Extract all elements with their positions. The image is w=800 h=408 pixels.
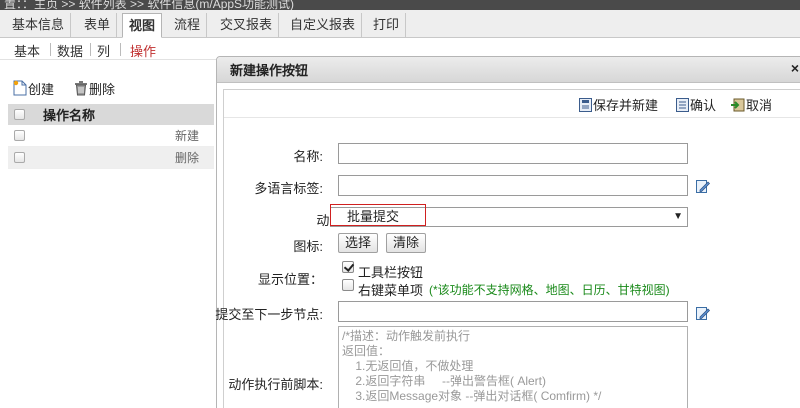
confirm-button[interactable]: 确认 (676, 95, 716, 114)
name-input[interactable] (338, 143, 688, 164)
context-menu-checkbox[interactable] (342, 279, 354, 291)
row-checkbox[interactable] (14, 130, 25, 141)
tab-cross-report[interactable]: 交叉报表 (214, 13, 280, 38)
exit-icon (731, 98, 745, 111)
display-position-label: 显示位置： (257, 272, 323, 287)
dialog-body: 保存并新建 确认 取消 名称: 多语言标签: 动作: 批量提交 ▼ 图标: 选择… (215, 89, 800, 408)
row-action-name[interactable]: 删除 (43, 149, 203, 166)
create-button[interactable]: 创建 (13, 78, 54, 98)
new-document-icon (13, 80, 27, 96)
action-list-pane: 创建 删除 操作名称 新建 删除 (0, 60, 214, 408)
breadcrumb-bar: 置：：主页 >> 软件列表 >> 软件信息(m/AppS功能测试) (0, 0, 800, 10)
subtab-divider (120, 43, 121, 56)
subtab-basic[interactable]: 基本 (14, 41, 40, 60)
row-action-name[interactable]: 新建 (43, 127, 203, 144)
cancel-button[interactable]: 取消 (730, 95, 772, 114)
pre-script-textarea[interactable]: /*描述：动作触发前执行 返回值： 1.无返回值，不做处理 2.返回字符串 --… (338, 326, 688, 408)
i18n-label: 多语言标签: (254, 181, 323, 196)
close-button[interactable]: × (791, 60, 799, 76)
grid-header: 操作名称 (8, 104, 214, 125)
select-all-checkbox[interactable] (14, 109, 25, 120)
subtab-data[interactable]: 数据 (57, 41, 83, 60)
subtab-divider (90, 43, 91, 56)
breadcrumb: 置：：主页 >> 软件列表 >> 软件信息(m/AppS功能测试) (4, 0, 295, 10)
subtab-column[interactable]: 列 (97, 41, 110, 60)
cancel-label: 取消 (746, 98, 773, 113)
pre-script-label: 动作执行前脚本: (228, 377, 323, 392)
toolbar-divider (224, 117, 800, 118)
clear-icon-button[interactable]: 清除 (386, 233, 427, 253)
tab-custom-report[interactable]: 自定义报表 (284, 13, 363, 38)
save-and-new-button[interactable]: 保存并新建 (579, 95, 658, 114)
dialog-title: 新建操作按钮 (217, 57, 800, 83)
name-label: 名称: (293, 149, 323, 164)
i18n-input[interactable] (338, 175, 688, 196)
tab-basic-info[interactable]: 基本信息 (6, 13, 72, 38)
create-label: 创建 (28, 81, 55, 97)
action-grid: 操作名称 新建 删除 (8, 104, 214, 169)
chevron-down-icon: ▼ (673, 211, 683, 222)
tab-view[interactable]: 视图 (122, 13, 163, 38)
subtab-divider (50, 43, 51, 56)
context-menu-label: 右键菜单项 (358, 283, 424, 298)
row-checkbox[interactable] (14, 152, 25, 163)
choose-icon-button[interactable]: 选择 (338, 233, 379, 253)
table-row[interactable]: 新建 (8, 125, 214, 147)
confirm-label: 确认 (690, 98, 717, 113)
delete-label: 删除 (89, 81, 116, 97)
main-tabs: 基本信息 表单 视图 流程 交叉报表 自定义报表 打印 (0, 10, 800, 38)
toolbar-button-checkbox[interactable] (342, 261, 354, 273)
toolbar-button-label: 工具栏按钮 (358, 265, 424, 280)
delete-button[interactable]: 删除 (74, 78, 115, 98)
tab-print[interactable]: 打印 (367, 13, 407, 38)
table-row[interactable]: 删除 (8, 147, 214, 169)
tab-flow[interactable]: 流程 (168, 13, 208, 38)
context-menu-note: (*该功能不支持网格、地图、日历、甘特视图) (429, 283, 670, 297)
column-header-action-name: 操作名称 (43, 108, 96, 123)
subtab-action[interactable]: 操作 (130, 41, 156, 60)
document-icon (676, 97, 689, 112)
new-action-dialog: 新建操作按钮 × 保存并新建 确认 取消 名称: 多语言标签: 动作: 批量提交 (215, 56, 800, 408)
save-and-new-label: 保存并新建 (593, 98, 659, 113)
save-icon (579, 97, 592, 112)
edit-i18n-icon[interactable] (696, 178, 710, 194)
next-node-label: 提交至下一步节点: (215, 307, 323, 322)
edit-next-node-icon[interactable] (696, 305, 710, 321)
trash-icon (75, 81, 87, 96)
icon-label: 图标: (293, 239, 323, 254)
action-highlight-box (330, 204, 426, 226)
next-node-input[interactable] (338, 301, 688, 322)
tab-form[interactable]: 表单 (78, 13, 118, 38)
dialog-toolbar: 保存并新建 确认 取消 (224, 90, 800, 116)
